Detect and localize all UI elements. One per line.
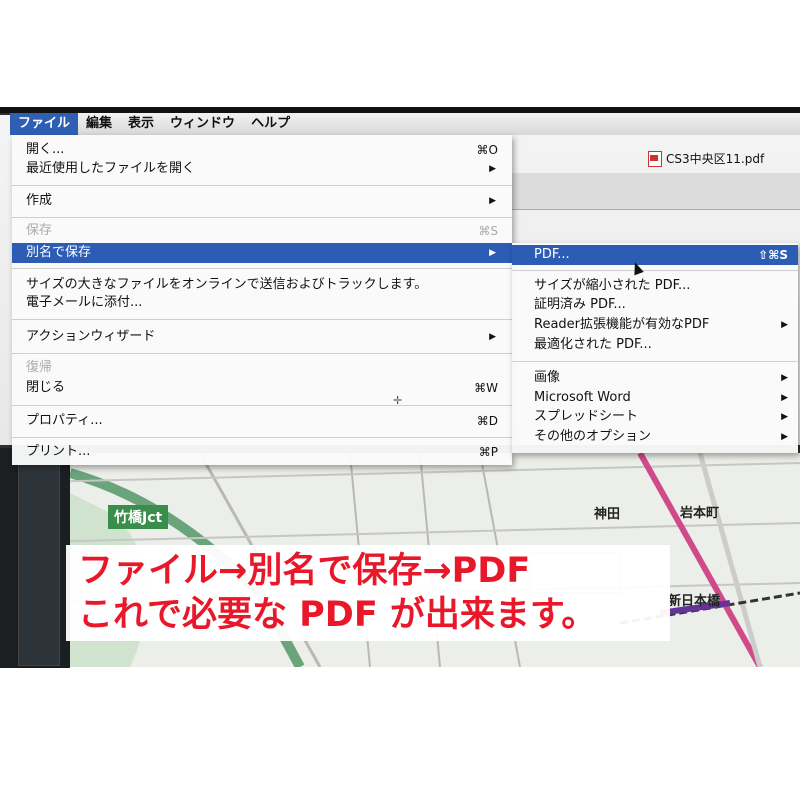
submenu-item-pdf[interactable]: PDF... ⇧⌘S [512, 245, 798, 265]
submenu-arrow-icon: ▶ [489, 196, 496, 206]
submenu-item-certified-pdf[interactable]: 証明済み PDF... [512, 295, 798, 315]
map-jct-label: 竹橋Jct [108, 505, 169, 529]
left-panel-slot [18, 464, 60, 666]
submenu-arrow-icon: ▶ [781, 320, 788, 330]
menu-item-create[interactable]: 作成 ▶ [12, 191, 512, 211]
map-label-kanda: 神田 [594, 507, 621, 522]
menu-item-open[interactable]: 開く... ⌘O [12, 140, 512, 160]
map-label-shin-nihonbashi: 新日本橋 [668, 594, 721, 609]
menu-item-send-large-file[interactable]: サイズの大きなファイルをオンラインで送信およびトラックします。 [12, 275, 512, 295]
submenu-item-other-options[interactable]: その他のオプション ▶ [512, 427, 798, 447]
menu-item-close[interactable]: 閉じる ⌘W [12, 378, 512, 398]
submenu-arrow-icon: ▶ [781, 373, 788, 383]
menu-item-action-wizard[interactable]: アクションウィザード ▶ [12, 327, 512, 347]
document-tab[interactable]: CS3中央区11.pdf [648, 150, 764, 167]
menu-item-print[interactable]: プリント... ⌘P [12, 442, 512, 462]
submenu-item-optimized-pdf[interactable]: 最適化された PDF... [512, 335, 798, 355]
menu-help[interactable]: ヘルプ [243, 113, 298, 135]
menu-view[interactable]: 表示 [120, 113, 162, 135]
submenu-arrow-icon: ▶ [781, 412, 788, 422]
save-as-submenu: PDF... ⇧⌘S サイズが縮小された PDF... 証明済み PDF... … [512, 243, 798, 453]
submenu-item-reduced-pdf[interactable]: サイズが縮小された PDF... [512, 276, 798, 296]
submenu-item-spreadsheet[interactable]: スプレッドシート ▶ [512, 407, 798, 427]
menu-item-open-recent[interactable]: 最近使用したファイルを開く ▶ [12, 159, 512, 179]
menu-item-save[interactable]: 保存 ⌘S [12, 221, 512, 241]
menu-item-save-as[interactable]: 別名で保存 ▶ [12, 243, 512, 263]
menu-file[interactable]: ファイル [10, 113, 79, 135]
menu-item-email-attach[interactable]: 電子メールに添付... [12, 293, 512, 313]
map-label-iwamotocho: 岩本町 [680, 506, 720, 521]
menu-window[interactable]: ウィンドウ [162, 113, 243, 135]
menu-item-revert[interactable]: 復帰 [12, 358, 512, 378]
submenu-item-image[interactable]: 画像 ▶ [512, 368, 798, 388]
pdf-file-icon [648, 150, 662, 167]
submenu-item-reader-extended-pdf[interactable]: Reader拡張機能が有効なPDF ▶ [512, 315, 798, 335]
menu-edit[interactable]: 編集 [78, 113, 120, 135]
menu-item-properties[interactable]: プロパティ... ⌘D [12, 411, 512, 431]
submenu-arrow-icon: ▶ [489, 248, 496, 258]
submenu-arrow-icon: ▶ [781, 432, 788, 442]
document-toolbar-strip [510, 173, 800, 210]
submenu-item-word[interactable]: Microsoft Word ▶ [512, 388, 798, 408]
document-tab-title: CS3中央区11.pdf [666, 152, 765, 166]
submenu-arrow-icon: ▶ [489, 164, 496, 174]
crosshair-icon: ✛ [393, 394, 403, 407]
caption-line-2: これで必要な PDF が出来ます。 [78, 595, 597, 635]
submenu-arrow-icon: ▶ [489, 332, 496, 342]
submenu-arrow-icon: ▶ [781, 393, 788, 403]
instruction-caption: ファイル→別名で保存→PDF これで必要な PDF が出来ます。 [66, 545, 670, 641]
menubar: ファイル 編集 表示 ウィンドウ ヘルプ [10, 113, 800, 135]
file-menu-dropdown: 開く... ⌘O 最近使用したファイルを開く ▶ 作成 ▶ 保存 ⌘S 別名で保… [12, 135, 512, 465]
caption-line-1: ファイル→別名で保存→PDF [78, 551, 531, 591]
